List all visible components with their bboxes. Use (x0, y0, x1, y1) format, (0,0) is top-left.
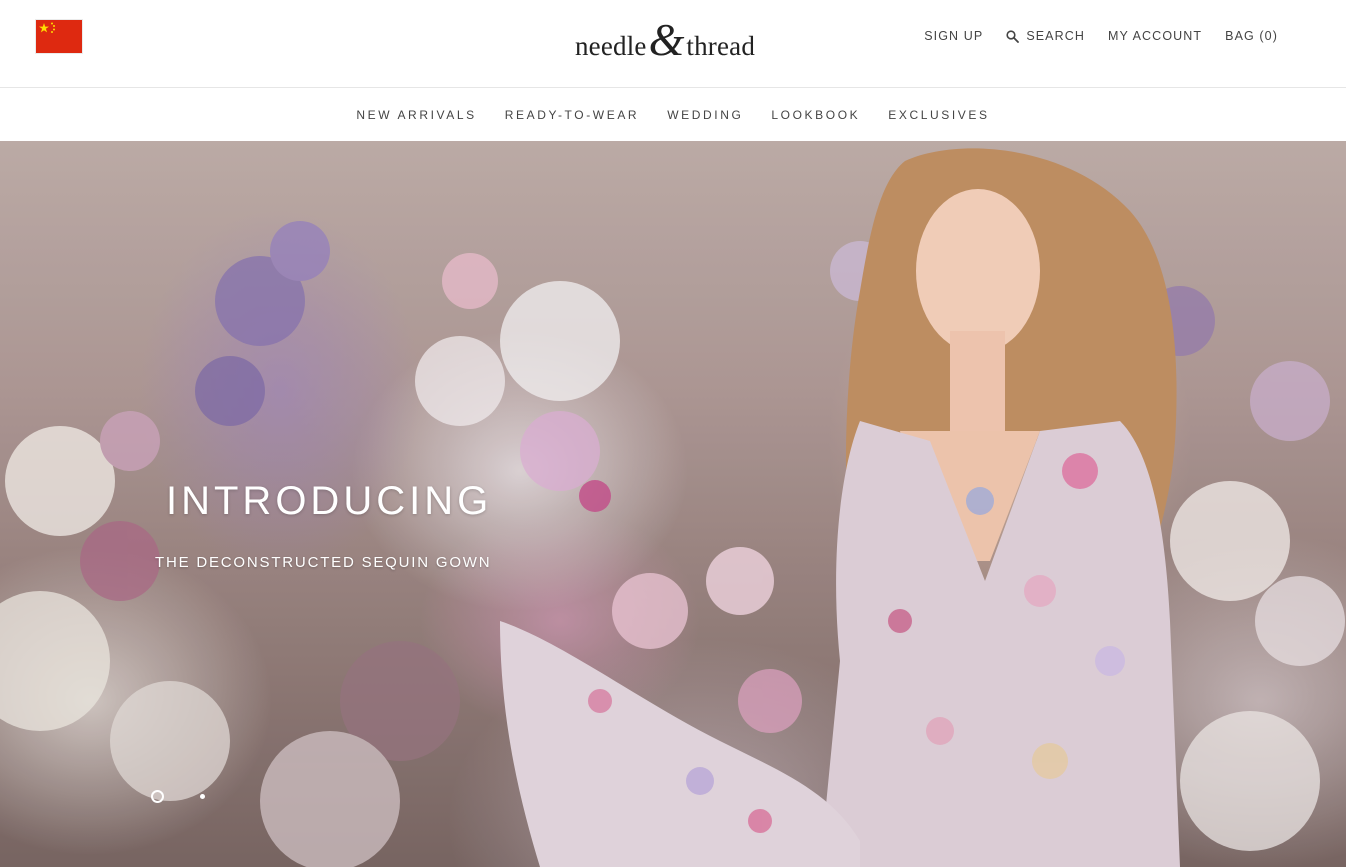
nav-ready-to-wear[interactable]: READY-TO-WEAR (505, 108, 639, 122)
carousel-dot[interactable] (200, 794, 205, 799)
nav-new-arrivals[interactable]: NEW ARRIVALS (356, 108, 476, 122)
logo-word-needle: needle (574, 30, 647, 61)
logo-word-thread: thread (686, 30, 756, 61)
carousel-dot-active[interactable] (151, 790, 164, 803)
search-link[interactable]: SEARCH (1006, 29, 1085, 43)
nav-exclusives[interactable]: EXCLUSIVES (888, 108, 989, 122)
hero-subtitle-link[interactable]: THE DECONSTRUCTED SEQUIN GOWN (155, 554, 491, 571)
utility-nav: SIGN UP SEARCH MY ACCOUNT BAG (0) (924, 27, 1278, 45)
hero-title: INTRODUCING (166, 479, 493, 523)
needle-thread-logo[interactable]: needle & thread (565, 10, 765, 70)
site-header: needle & thread SIGN UP SEARCH MY ACCOUN… (0, 0, 1346, 88)
nav-wedding[interactable]: WEDDING (667, 108, 743, 122)
main-navigation: NEW ARRIVALS READY-TO-WEAR WEDDING LOOKB… (0, 88, 1346, 141)
my-account-link[interactable]: MY ACCOUNT (1108, 29, 1202, 43)
bag-link[interactable]: BAG (0) (1225, 29, 1278, 43)
sign-up-link[interactable]: SIGN UP (924, 29, 983, 43)
search-icon (1006, 29, 1020, 43)
china-flag-icon[interactable] (36, 20, 82, 53)
hero-banner[interactable]: INTRODUCING THE DECONSTRUCTED SEQUIN GOW… (0, 141, 1346, 867)
nav-lookbook[interactable]: LOOKBOOK (771, 108, 860, 122)
logo-ampersand: & (648, 14, 685, 65)
carousel-dots (151, 790, 205, 803)
search-label: SEARCH (1026, 29, 1086, 43)
